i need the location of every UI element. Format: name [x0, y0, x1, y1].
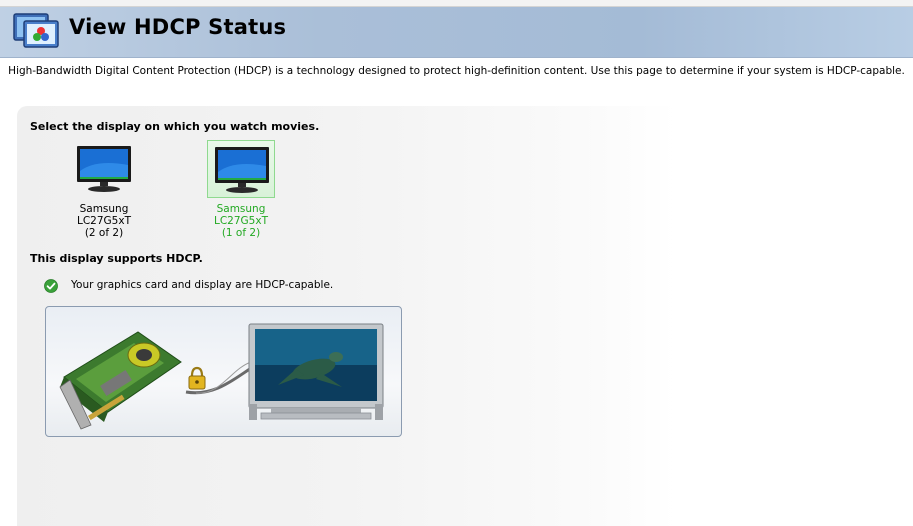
display-model: Samsung LC27G5xT — [77, 203, 131, 227]
display-name: Samsung LC27G5xT (1 of 2) — [188, 203, 294, 239]
hdcp-status-text: Your graphics card and display are HDCP-… — [71, 279, 334, 291]
display-option-1[interactable]: Samsung LC27G5xT (1 of 2) — [188, 140, 288, 239]
display-index: (1 of 2) — [221, 227, 261, 239]
tv-icon — [248, 323, 384, 420]
top-border — [0, 0, 913, 7]
display-frame — [70, 140, 138, 198]
green-check-icon — [44, 279, 58, 293]
monitor-icon — [77, 146, 131, 192]
monitor-icon — [215, 147, 269, 193]
page-description: High-Bandwidth Digital Content Protectio… — [8, 65, 905, 77]
display-index: (2 of 2) — [84, 227, 124, 239]
display-name: Samsung LC27G5xT (2 of 2) — [51, 203, 157, 239]
display-model: Samsung LC27G5xT — [214, 203, 268, 227]
display-frame-selected — [207, 140, 275, 198]
page-title: View HDCP Status — [69, 15, 287, 39]
hdcp-illustration — [45, 306, 402, 437]
select-display-label: Select the display on which you watch mo… — [30, 120, 320, 133]
lock-icon — [188, 366, 206, 390]
page-header: View HDCP Status — [0, 7, 913, 58]
hdcp-display-icon — [12, 11, 60, 51]
graphics-card-icon — [59, 331, 182, 430]
hdcp-support-label: This display supports HDCP. — [30, 252, 203, 265]
display-option-2[interactable]: Samsung LC27G5xT (2 of 2) — [51, 140, 151, 239]
